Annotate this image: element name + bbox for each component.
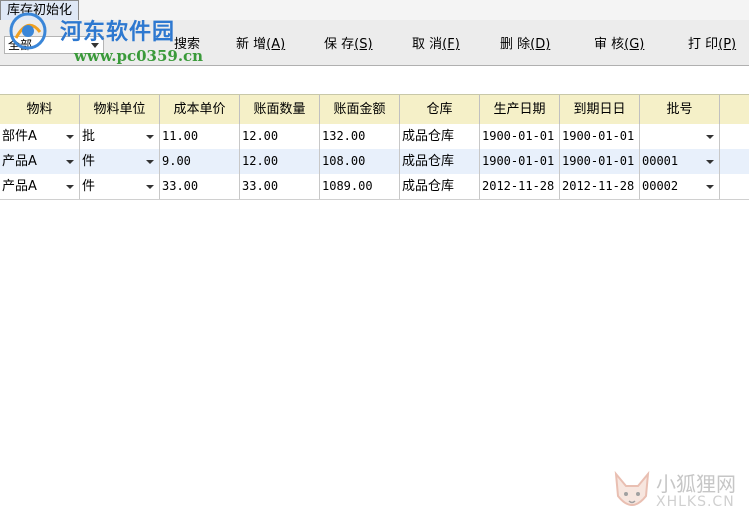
col-header-expiry-date[interactable]: 到期日日 xyxy=(560,95,640,124)
watermark-bottom-url: XHLKS.CN xyxy=(656,494,735,510)
save-button[interactable]: 保 存(S) xyxy=(324,36,373,54)
cell-unit[interactable]: 批 xyxy=(80,124,160,149)
cell-production-date[interactable]: 2012-11-28 xyxy=(480,174,560,199)
cell-book-amount[interactable]: 108.00 xyxy=(320,149,400,174)
watermark-title: 河东软件园 xyxy=(60,20,176,45)
cell-extra xyxy=(720,124,749,149)
col-header-material[interactable]: 物料 xyxy=(0,95,80,124)
col-header-warehouse[interactable]: 仓库 xyxy=(400,95,480,124)
cell-expiry-date[interactable]: 1900-01-01 xyxy=(560,124,640,149)
watermark-bottom-title: 小狐狸网 xyxy=(656,472,736,496)
cell-expiry-date[interactable]: 2012-11-28 xyxy=(560,174,640,199)
cell-warehouse[interactable]: 成品仓库 xyxy=(400,124,480,149)
cell-warehouse[interactable]: 成品仓库 xyxy=(400,149,480,174)
print-button[interactable]: 打 印(P) xyxy=(688,36,736,54)
audit-button[interactable]: 审 核(G) xyxy=(594,36,644,54)
cancel-button[interactable]: 取 消(F) xyxy=(412,36,460,54)
cell-book-amount[interactable]: 132.00 xyxy=(320,124,400,149)
cell-extra xyxy=(720,174,749,199)
watermark-url: www.pc0359.cn xyxy=(74,47,204,65)
cell-batch-no[interactable]: 00002 xyxy=(640,174,720,199)
cell-material[interactable]: 产品A xyxy=(0,174,80,199)
col-header-unit[interactable]: 物料单位 xyxy=(80,95,160,124)
dropdown-icon[interactable] xyxy=(706,185,714,189)
dropdown-icon[interactable] xyxy=(66,185,74,189)
table-row[interactable]: 部件A 批 11.00 12.00 132.00 成品仓库 1900-01-01… xyxy=(0,124,749,150)
cell-book-qty[interactable]: 33.00 xyxy=(240,174,320,199)
cell-unit[interactable]: 件 xyxy=(80,174,160,199)
cell-extra xyxy=(720,149,749,174)
cell-unit[interactable]: 件 xyxy=(80,149,160,174)
cell-production-date[interactable]: 1900-01-01 xyxy=(480,124,560,149)
cell-batch-no[interactable] xyxy=(640,124,720,149)
table-row[interactable]: 产品A 件 33.00 33.00 1089.00 成品仓库 2012-11-2… xyxy=(0,174,749,200)
delete-button[interactable]: 删 除(D) xyxy=(500,36,550,54)
dropdown-icon[interactable] xyxy=(706,160,714,164)
cell-book-qty[interactable]: 12.00 xyxy=(240,149,320,174)
col-header-unit-cost[interactable]: 成本单价 xyxy=(160,95,240,124)
grid-header-row: 物料 物料单位 成本单价 账面数量 账面金额 仓库 生产日期 到期日日 批号 xyxy=(0,94,749,125)
col-header-batch-no[interactable]: 批号 xyxy=(640,95,720,124)
dropdown-icon[interactable] xyxy=(66,160,74,164)
dropdown-icon[interactable] xyxy=(66,135,74,139)
dropdown-icon[interactable] xyxy=(706,135,714,139)
cell-book-qty[interactable]: 12.00 xyxy=(240,124,320,149)
col-header-book-amount[interactable]: 账面金额 xyxy=(320,95,400,124)
cell-batch-no[interactable]: 00001 xyxy=(640,149,720,174)
cell-unit-cost[interactable]: 33.00 xyxy=(160,174,240,199)
col-header-book-qty[interactable]: 账面数量 xyxy=(240,95,320,124)
fox-icon xyxy=(614,470,650,506)
dropdown-icon[interactable] xyxy=(146,135,154,139)
cell-unit-cost[interactable]: 9.00 xyxy=(160,149,240,174)
col-header-extra xyxy=(720,95,749,124)
cell-book-amount[interactable]: 1089.00 xyxy=(320,174,400,199)
add-button[interactable]: 新 增(A) xyxy=(236,36,285,54)
dropdown-icon[interactable] xyxy=(146,160,154,164)
cell-unit-cost[interactable]: 11.00 xyxy=(160,124,240,149)
cell-expiry-date[interactable]: 1900-01-01 xyxy=(560,149,640,174)
table-row[interactable]: 产品A 件 9.00 12.00 108.00 成品仓库 1900-01-01 … xyxy=(0,149,749,175)
cell-material[interactable]: 部件A xyxy=(0,124,80,149)
dropdown-icon[interactable] xyxy=(146,185,154,189)
col-header-production-date[interactable]: 生产日期 xyxy=(480,95,560,124)
watermark-logo-icon xyxy=(9,12,47,50)
cell-production-date[interactable]: 1900-01-01 xyxy=(480,149,560,174)
cell-warehouse[interactable]: 成品仓库 xyxy=(400,174,480,199)
cell-material[interactable]: 产品A xyxy=(0,149,80,174)
watermark-bottom: 小狐狸网 XHLKS.CN xyxy=(612,468,748,518)
